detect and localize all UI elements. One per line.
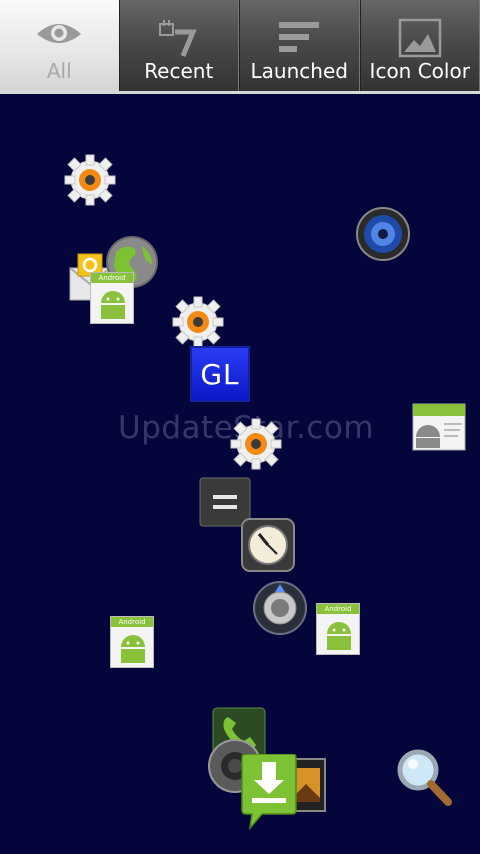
tab-launched-label: Launched — [250, 59, 348, 83]
android-app-icon[interactable]: Android — [316, 603, 360, 655]
settings-gear-icon[interactable] — [62, 152, 118, 212]
android-card-label: Android — [111, 617, 153, 627]
search-icon[interactable] — [396, 748, 454, 812]
filter-tab-bar: All Recent Launched Icon Color — [0, 0, 480, 94]
android-robot-icon — [327, 622, 351, 650]
settings-gear-icon[interactable] — [228, 416, 284, 476]
android-robot-icon — [101, 291, 125, 319]
android-card-label: Android — [91, 273, 133, 283]
tab-launched[interactable]: Launched — [239, 0, 360, 91]
android-market-icon[interactable] — [412, 403, 466, 455]
tab-recent[interactable]: Recent — [118, 0, 239, 91]
tab-icon-color-label: Icon Color — [369, 59, 470, 83]
eye-icon — [35, 18, 83, 52]
tab-all-label: All — [46, 59, 72, 83]
tab-icon-color[interactable]: Icon Color — [359, 0, 480, 91]
download-icon[interactable] — [240, 753, 298, 834]
clock-icon[interactable] — [241, 518, 295, 576]
tab-recent-label: Recent — [144, 59, 214, 83]
compass-icon[interactable] — [252, 580, 308, 640]
tab-all[interactable]: All — [0, 0, 119, 91]
gl-app-label: GL — [200, 357, 240, 391]
android-app-icon[interactable]: Android — [90, 272, 134, 324]
gl-app-icon[interactable]: GL — [190, 346, 250, 402]
android-card-label: Android — [317, 604, 359, 614]
bars-icon — [277, 18, 321, 60]
speaker-icon[interactable] — [355, 206, 411, 266]
calendar-seven-icon — [157, 18, 201, 62]
settings-gear-icon[interactable] — [170, 294, 226, 354]
android-robot-icon — [121, 635, 145, 663]
picture-icon — [398, 18, 442, 62]
android-app-icon[interactable]: Android — [110, 616, 154, 668]
